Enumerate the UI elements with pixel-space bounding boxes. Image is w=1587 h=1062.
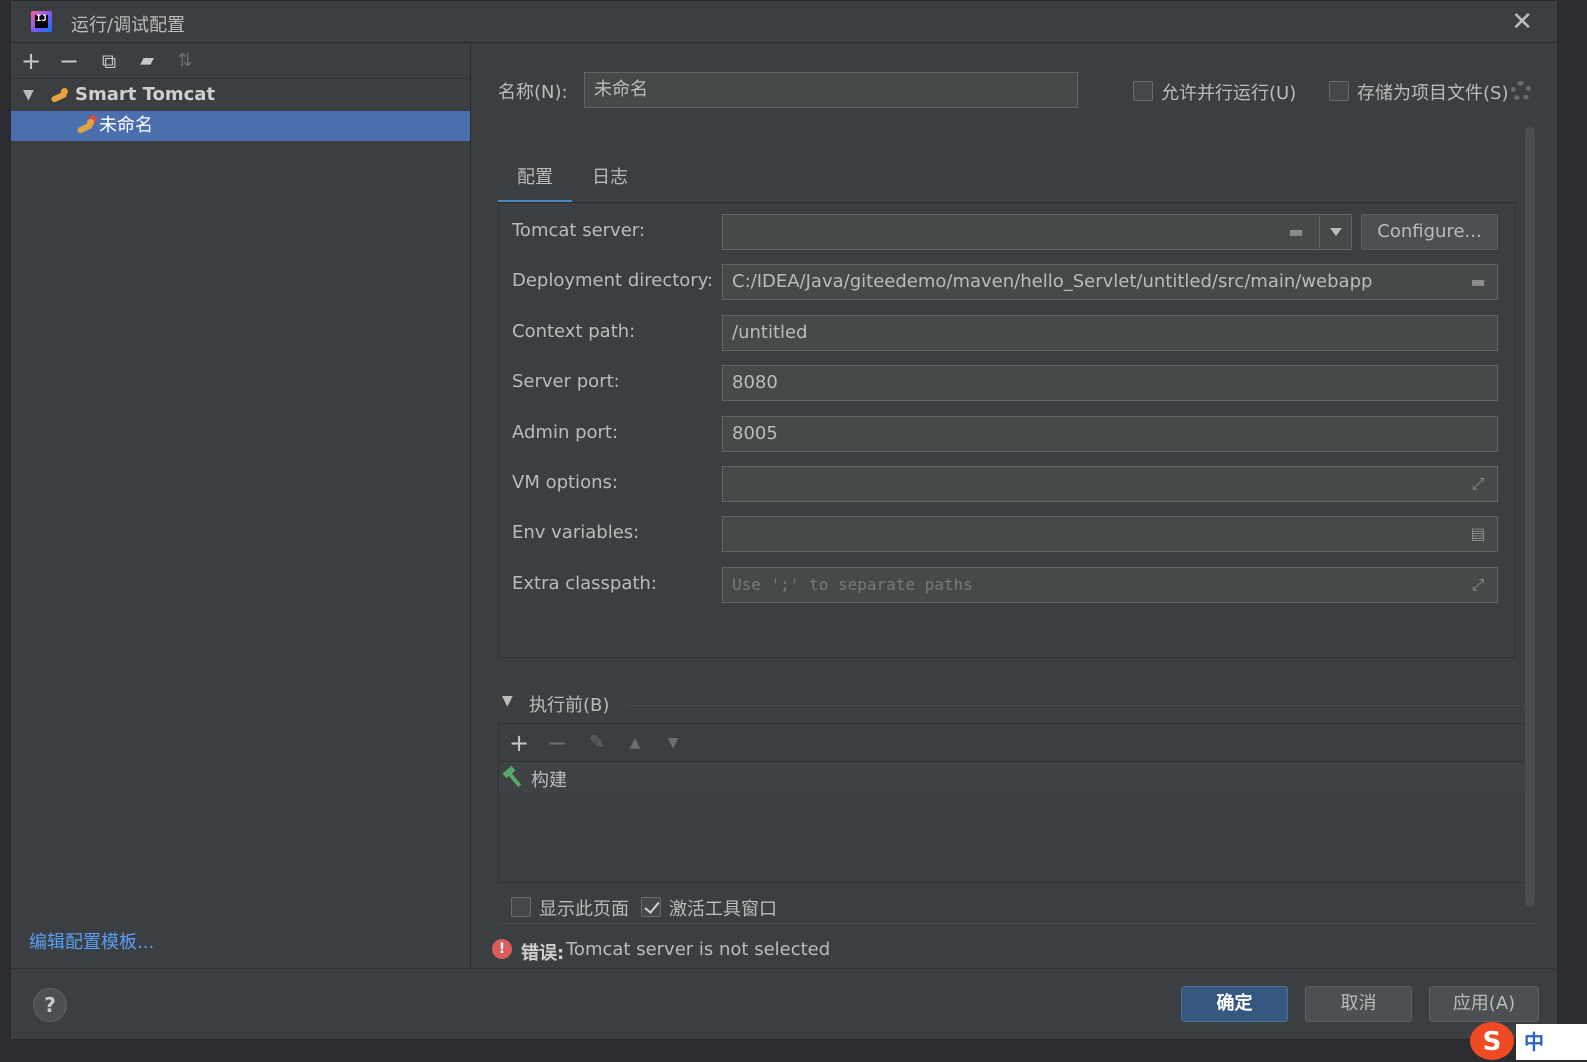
chevron-down-icon[interactable]: ▼ xyxy=(23,80,34,110)
context-path-input[interactable]: /untitled xyxy=(722,315,1498,351)
name-input[interactable]: 未命名 xyxy=(584,72,1078,108)
edit-templates-link[interactable]: 编辑配置模板... xyxy=(29,928,154,954)
tab-config[interactable]: 配置 xyxy=(498,161,572,203)
before-launch-header[interactable]: ▼ 执行前(B) xyxy=(498,691,1526,717)
title-bar: IJ 运行/调试配置 ✕ xyxy=(11,1,1557,43)
extra-classpath-label: Extra classpath: xyxy=(512,573,657,594)
hammer-icon xyxy=(503,768,525,788)
scrollbar[interactable] xyxy=(1525,127,1535,907)
document-icon[interactable]: ▤ xyxy=(1468,524,1488,544)
context-path-label: Context path: xyxy=(512,321,636,342)
server-port-input[interactable]: 8080 xyxy=(722,365,1498,401)
divider xyxy=(498,923,1536,924)
store-project-checkbox[interactable] xyxy=(1329,81,1349,101)
tab-log[interactable]: 日志 xyxy=(578,161,642,203)
tree-toolbar: + − ⧉ ▰ ⇅ xyxy=(11,43,470,79)
task-label: 构建 xyxy=(531,770,567,791)
show-page-label[interactable]: 显示此页面 xyxy=(539,895,629,921)
before-launch-list: + − ✎ ▲ ▼ 构建 xyxy=(498,723,1526,883)
close-icon[interactable]: ✕ xyxy=(1511,7,1533,37)
chevron-down-icon[interactable]: ▼ xyxy=(502,693,513,709)
tomcat-server-label: Tomcat server: xyxy=(512,220,645,241)
tree-item-unnamed[interactable]: 未命名 xyxy=(11,111,470,141)
add-icon[interactable]: + xyxy=(505,729,533,757)
before-launch-toolbar: + − ✎ ▲ ▼ xyxy=(499,724,1525,762)
tomcat-server-select[interactable] xyxy=(722,214,1352,250)
new-folder-icon[interactable]: ▰ xyxy=(133,47,161,75)
sogou-ime-icon[interactable]: S xyxy=(1470,1022,1514,1060)
cancel-button[interactable]: 取消 xyxy=(1305,986,1412,1022)
env-variables-input[interactable] xyxy=(722,516,1498,552)
tree-group-label: Smart Tomcat xyxy=(75,84,216,105)
gear-icon[interactable] xyxy=(1511,81,1531,101)
configure-button[interactable]: Configure... xyxy=(1361,214,1498,250)
tree-item-label: 未命名 xyxy=(99,115,153,136)
ime-mode-indicator[interactable]: 中 xyxy=(1516,1024,1587,1060)
sort-icon[interactable]: ⇅ xyxy=(171,47,199,75)
config-tree-panel: + − ⧉ ▰ ⇅ ▼ Smart Tomcat 未命名 编辑配置模板... xyxy=(11,43,471,968)
error-prefix: 错误: xyxy=(521,943,565,964)
divider xyxy=(11,968,1559,969)
expand-icon[interactable]: ⤢ xyxy=(1468,575,1488,595)
window-title: 运行/调试配置 xyxy=(71,15,186,36)
vm-options-label: VM options: xyxy=(512,472,618,493)
before-launch-title: 执行前(B) xyxy=(529,695,610,716)
vm-options-input[interactable] xyxy=(722,466,1498,502)
show-page-checkbox[interactable] xyxy=(511,897,531,917)
help-button[interactable]: ? xyxy=(33,988,67,1022)
folder-icon[interactable]: ▬ xyxy=(1468,272,1488,292)
move-down-icon[interactable]: ▼ xyxy=(659,729,687,757)
remove-icon[interactable]: − xyxy=(55,47,83,75)
allow-parallel-checkbox[interactable] xyxy=(1133,81,1153,101)
divider xyxy=(626,705,1526,706)
list-item[interactable]: 构建 xyxy=(499,762,1525,792)
add-icon[interactable]: + xyxy=(17,47,45,75)
admin-port-label: Admin port: xyxy=(512,422,619,443)
remove-icon[interactable]: − xyxy=(543,729,571,757)
deployment-dir-input[interactable]: C:/IDEA/Java/giteedemo/maven/hello_Servl… xyxy=(722,264,1498,300)
admin-port-input[interactable]: 8005 xyxy=(722,416,1498,452)
tomcat-icon xyxy=(49,86,71,104)
error-message: Tomcat server is not selected xyxy=(566,939,831,960)
deployment-dir-label: Deployment directory: xyxy=(512,270,714,291)
intellij-icon: IJ xyxy=(31,11,52,32)
activate-tool-window-checkbox[interactable] xyxy=(641,897,661,917)
extra-classpath-input[interactable]: Use ';' to separate paths xyxy=(722,567,1498,603)
name-label: 名称(N): xyxy=(498,82,568,103)
activate-tool-window-label[interactable]: 激活工具窗口 xyxy=(669,895,777,921)
tree-group-smart-tomcat[interactable]: ▼ Smart Tomcat xyxy=(11,80,470,110)
apply-button[interactable]: 应用(A) xyxy=(1429,986,1539,1022)
background-window-left xyxy=(0,0,10,1060)
expand-icon[interactable]: ⤢ xyxy=(1468,474,1488,494)
move-up-icon[interactable]: ▲ xyxy=(621,729,649,757)
ok-button[interactable]: 确定 xyxy=(1181,986,1288,1022)
store-project-label[interactable]: 存储为项目文件(S) xyxy=(1357,79,1508,105)
background-window-right xyxy=(1558,0,1587,1060)
run-debug-dialog: IJ 运行/调试配置 ✕ + − ⧉ ▰ ⇅ ▼ Smart Tomcat 未命… xyxy=(10,0,1559,1040)
server-port-label: Server port: xyxy=(512,371,620,392)
chevron-down-icon[interactable] xyxy=(1319,214,1351,250)
edit-icon[interactable]: ✎ xyxy=(583,729,611,757)
copy-icon[interactable]: ⧉ xyxy=(95,47,123,75)
allow-parallel-label[interactable]: 允许并行运行(U) xyxy=(1161,79,1296,105)
folder-icon[interactable]: ▬ xyxy=(1286,222,1306,242)
env-variables-label: Env variables: xyxy=(512,522,640,543)
error-icon: ! xyxy=(492,939,512,959)
tomcat-config-icon xyxy=(75,115,97,135)
